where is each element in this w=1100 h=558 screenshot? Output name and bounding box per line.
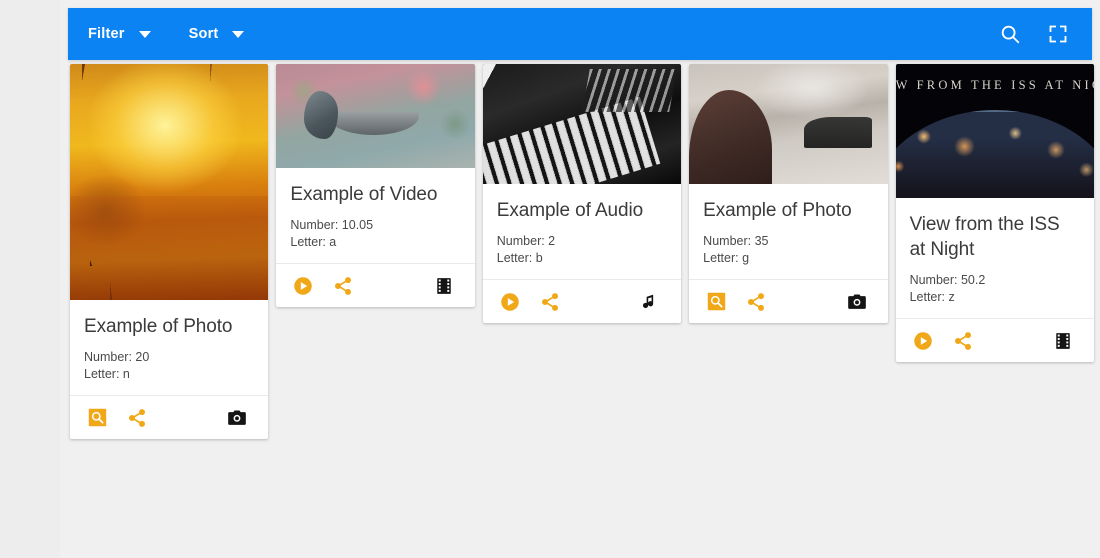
play-icon[interactable] xyxy=(908,326,938,356)
card-body: Example of Photo Number: 20 Letter: n xyxy=(70,300,268,395)
card-title: Example of Video xyxy=(290,184,438,205)
film-icon[interactable] xyxy=(429,271,459,301)
camera-icon[interactable] xyxy=(222,403,252,433)
card-number: Number: 2 xyxy=(496,234,556,248)
card-body: Example of Video Number: 10.05 Letter: a xyxy=(276,168,474,263)
sort-dropdown[interactable]: Sort xyxy=(185,8,253,60)
card-letter: Letter: z xyxy=(909,290,955,304)
sort-label: Sort xyxy=(188,26,219,42)
camera-icon[interactable] xyxy=(842,287,872,317)
chevron-down-icon xyxy=(232,30,245,38)
card-body: Example of Audio Number: 2 Letter: b xyxy=(483,184,681,279)
card-number: Number: 50.2 xyxy=(909,273,986,287)
card-title: Example of Photo xyxy=(703,200,852,221)
card-actions xyxy=(276,263,475,307)
card-title: Example of Audio xyxy=(496,200,644,221)
card-image-piano-keys[interactable] xyxy=(482,64,682,184)
play-icon[interactable] xyxy=(495,287,525,317)
card-image-autumn-forest[interactable] xyxy=(70,64,269,300)
card-letter: Letter: g xyxy=(703,251,750,265)
card-title: Example of Photo xyxy=(84,316,233,337)
zoom-in-icon[interactable] xyxy=(82,403,112,433)
card-number: Number: 10.05 xyxy=(290,218,374,232)
search-icon[interactable] xyxy=(990,14,1030,54)
media-card[interactable]: Example of Video Number: 10.05 Letter: a xyxy=(276,64,475,307)
media-card[interactable]: W FROM THE ISS AT NIG View from the ISS … xyxy=(895,64,1094,362)
chevron-down-icon xyxy=(138,30,151,38)
film-icon[interactable] xyxy=(1048,326,1078,356)
iss-overlay-caption: W FROM THE ISS AT NIG xyxy=(895,78,1094,92)
card-letter: Letter: n xyxy=(84,367,130,381)
media-card-grid: Example of Photo Number: 20 Letter: n Ex… xyxy=(70,64,1094,558)
share-icon[interactable] xyxy=(948,326,978,356)
music-note-icon[interactable] xyxy=(635,287,665,317)
card-title: View from the ISS at Night xyxy=(909,214,1060,260)
card-body: Example of Photo Number: 35 Letter: g xyxy=(689,184,887,279)
share-icon[interactable] xyxy=(535,287,565,317)
card-letter: Letter: b xyxy=(496,251,543,265)
fullscreen-icon[interactable] xyxy=(1038,14,1078,54)
card-actions xyxy=(689,279,888,323)
zoom-in-icon[interactable] xyxy=(701,287,731,317)
card-image-street-photographer[interactable] xyxy=(689,64,888,184)
card-actions xyxy=(895,318,1094,362)
share-icon[interactable] xyxy=(741,287,771,317)
card-actions xyxy=(70,395,269,439)
card-body: View from the ISS at Night Number: 50.2 … xyxy=(896,198,1094,318)
play-icon[interactable] xyxy=(288,271,318,301)
filter-dropdown[interactable]: Filter xyxy=(84,8,159,60)
media-card[interactable]: Example of Photo Number: 35 Letter: g xyxy=(689,64,888,323)
share-icon[interactable] xyxy=(328,271,358,301)
share-icon[interactable] xyxy=(122,403,152,433)
media-card[interactable]: Example of Photo Number: 20 Letter: n xyxy=(70,64,269,439)
app-toolbar: Filter Sort xyxy=(68,8,1092,60)
app-page: Filter Sort Example of Photo Number: 20 … xyxy=(60,0,1100,558)
card-actions xyxy=(482,279,682,323)
filter-label: Filter xyxy=(88,26,125,42)
iss-earth-art xyxy=(895,109,1094,198)
media-card[interactable]: Example of Audio Number: 2 Letter: b xyxy=(482,64,682,323)
card-number: Number: 20 xyxy=(84,350,150,364)
card-image-bird-feeder[interactable] xyxy=(276,64,475,168)
card-image-iss-night[interactable]: W FROM THE ISS AT NIG xyxy=(895,64,1094,198)
card-number: Number: 35 xyxy=(703,234,769,248)
card-letter: Letter: a xyxy=(290,235,337,249)
